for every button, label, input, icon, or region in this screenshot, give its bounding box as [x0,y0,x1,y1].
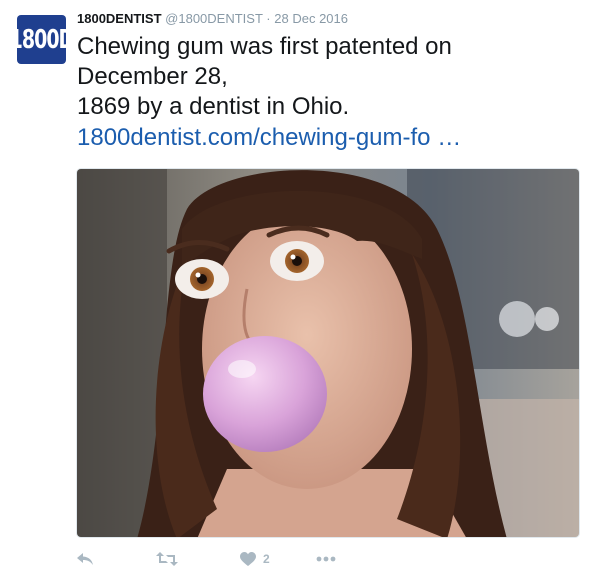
more-button[interactable] [316,549,336,569]
heart-icon [240,551,256,566]
tweet-text-line: December 28, [77,63,228,90]
retweet-button[interactable] [156,549,178,569]
tweet-text-line: 1869 by a dentist in Ohio. [77,93,350,120]
tweet-text: Chewing gum was first patented on Decemb… [77,32,577,153]
photo-woman-blowing-bubble-gum [77,169,579,537]
timestamp[interactable]: 28 Dec 2016 [274,11,348,26]
retweet-icon [156,552,178,566]
reply-icon [77,553,93,565]
display-name[interactable]: 1800DENTIST [77,11,162,26]
separator: · [266,11,271,26]
like-button[interactable]: 2 [240,549,270,569]
tweet-text-line: Chewing gum was first patented on [77,33,452,60]
user-handle[interactable]: @1800DENTIST [165,11,263,26]
like-count: 2 [263,552,270,566]
tweet-actions: 2 [76,549,436,569]
more-icon [316,556,336,562]
tweet-photo[interactable] [76,168,580,538]
avatar[interactable]: 1800D [17,15,66,64]
avatar-text: 1800D [17,24,66,55]
tweet-header: 1800DENTIST @1800DENTIST · 28 Dec 2016 [77,11,348,27]
tweet-link[interactable]: 1800dentist.com/chewing-gum-fo … [77,123,577,153]
reply-button[interactable] [76,549,94,569]
